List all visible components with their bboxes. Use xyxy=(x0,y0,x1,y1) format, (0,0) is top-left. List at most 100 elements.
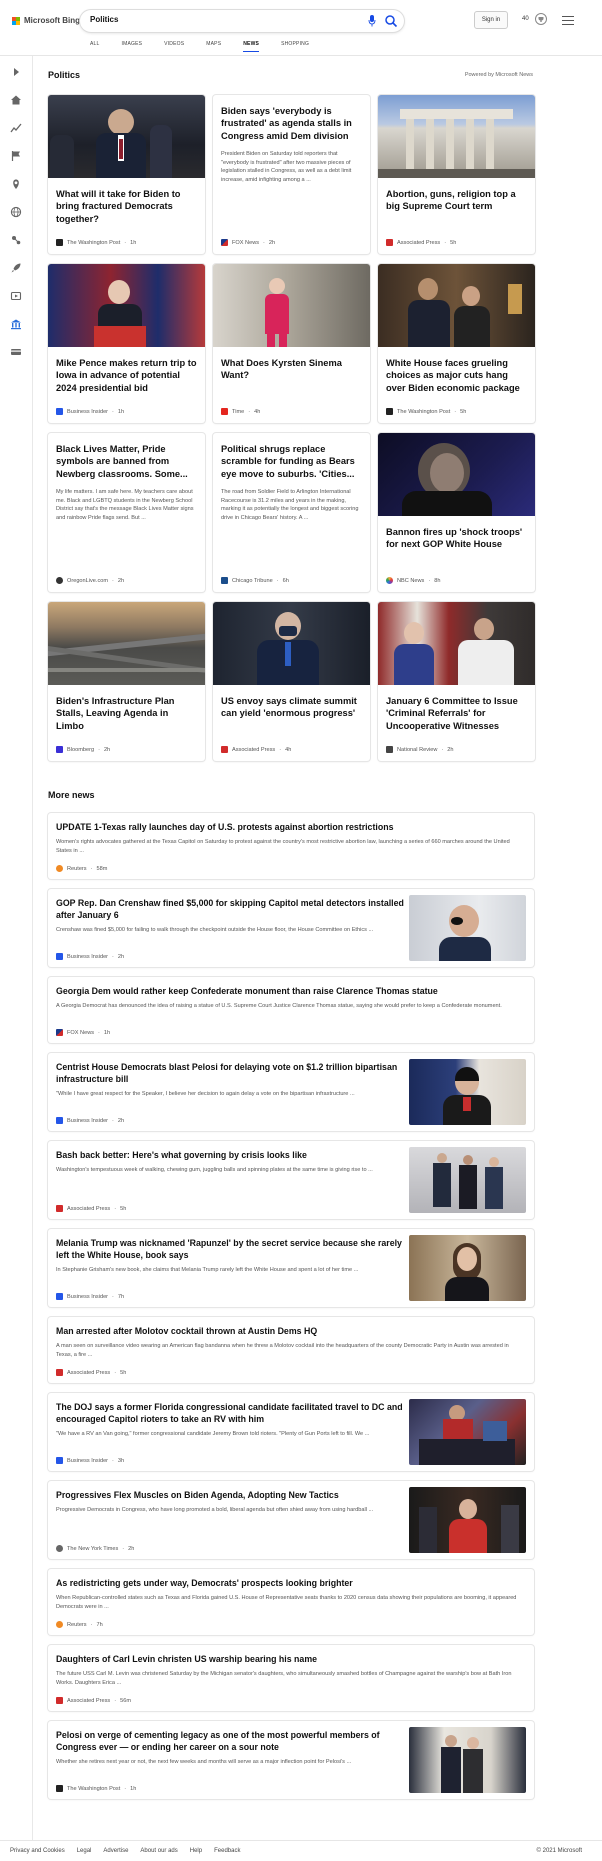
politics-building-icon[interactable] xyxy=(10,318,22,330)
news-item-title[interactable]: Progressives Flex Muscles on Biden Agend… xyxy=(56,1489,406,1501)
tab-all[interactable]: ALL xyxy=(90,41,100,52)
news-card-title[interactable]: What Does Kyrsten Sinema Want? xyxy=(221,357,362,382)
news-card-title[interactable]: US envoy says climate summit can yield '… xyxy=(221,695,362,720)
tab-images[interactable]: IMAGES xyxy=(122,41,143,52)
news-list-item[interactable]: Melania Trump was nicknamed 'Rapunzel' b… xyxy=(48,1229,534,1307)
footer-link-about-ads[interactable]: About our ads xyxy=(140,1848,177,1854)
news-card-title[interactable]: What will it take for Biden to bring fra… xyxy=(56,188,197,225)
rewards-points[interactable]: 40 xyxy=(522,16,529,22)
news-item-source[interactable]: Reuters · 7h xyxy=(56,1621,103,1628)
tab-news[interactable]: NEWS xyxy=(243,41,260,52)
news-item-title[interactable]: Melania Trump was nicknamed 'Rapunzel' b… xyxy=(56,1237,406,1261)
news-list-item[interactable]: UPDATE 1-Texas rally launches day of U.S… xyxy=(48,813,534,879)
home-icon[interactable] xyxy=(10,94,22,106)
news-card[interactable]: Biden says 'everybody is frustrated' as … xyxy=(213,95,370,254)
news-card-source[interactable]: Time · 4h xyxy=(221,408,260,415)
location-pin-icon[interactable] xyxy=(10,178,22,190)
news-item-source[interactable]: Associated Press · 5h xyxy=(56,1205,126,1212)
news-item-thumbnail[interactable] xyxy=(409,1399,526,1465)
news-item-title[interactable]: Daughters of Carl Levin christen US wars… xyxy=(56,1653,526,1665)
microphone-icon[interactable] xyxy=(368,15,376,27)
news-card[interactable]: Biden's Infrastructure Plan Stalls, Leav… xyxy=(48,602,205,761)
news-card-title[interactable]: Political shrugs replace scramble for fu… xyxy=(221,443,362,480)
news-item-thumbnail[interactable] xyxy=(409,1059,526,1125)
news-card[interactable]: Black Lives Matter, Pride symbols are ba… xyxy=(48,433,205,592)
flag-icon[interactable] xyxy=(10,150,22,162)
powered-by-label[interactable]: Powered by Microsoft News xyxy=(465,72,533,78)
news-card-source[interactable]: Associated Press · 4h xyxy=(221,746,291,753)
news-card-source[interactable]: Associated Press · 5h xyxy=(386,239,456,246)
news-item-thumbnail[interactable] xyxy=(409,1727,526,1793)
tab-maps[interactable]: MAPS xyxy=(206,41,221,52)
menu-hamburger-icon[interactable] xyxy=(562,16,574,26)
expand-arrow-icon[interactable] xyxy=(10,66,22,78)
news-item-source[interactable]: Business Insider · 2h xyxy=(56,1117,124,1124)
search-icon[interactable] xyxy=(384,14,398,28)
news-card-source[interactable]: OregonLive.com · 2h xyxy=(56,577,124,584)
news-card-source[interactable]: The Washington Post · 1h xyxy=(56,239,136,246)
news-card[interactable]: Political shrugs replace scramble for fu… xyxy=(213,433,370,592)
news-item-source[interactable]: FOX News · 1h xyxy=(56,1029,110,1036)
rewards-trophy-icon[interactable] xyxy=(534,12,548,26)
search-box[interactable]: Politics xyxy=(80,10,404,32)
news-item-source[interactable]: Business Insider · 3h xyxy=(56,1457,124,1464)
trending-icon[interactable] xyxy=(10,122,22,134)
footer-link-help[interactable]: Help xyxy=(190,1848,202,1854)
news-list-item[interactable]: The DOJ says a former Florida congressio… xyxy=(48,1393,534,1471)
news-card-title[interactable]: Abortion, guns, religion top a big Supre… xyxy=(386,188,527,213)
news-card[interactable]: Mike Pence makes return trip to Iowa in … xyxy=(48,264,205,423)
news-list-item[interactable]: Man arrested after Molotov cocktail thro… xyxy=(48,1317,534,1383)
news-card[interactable]: What will it take for Biden to bring fra… xyxy=(48,95,205,254)
news-card-source[interactable]: Chicago Tribune · 6h xyxy=(221,577,289,584)
news-list-item[interactable]: As redistricting gets under way, Democra… xyxy=(48,1569,534,1635)
news-item-title[interactable]: Centrist House Democrats blast Pelosi fo… xyxy=(56,1061,406,1085)
search-input[interactable]: Politics xyxy=(90,15,118,24)
footer-link-feedback[interactable]: Feedback xyxy=(214,1848,240,1854)
bing-logo[interactable]: Microsoft Bing xyxy=(12,16,80,25)
news-item-source[interactable]: Associated Press · 56m xyxy=(56,1697,131,1704)
news-item-title[interactable]: Bash back better: Here's what governing … xyxy=(56,1149,406,1161)
news-card-title[interactable]: White House faces grueling choices as ma… xyxy=(386,357,527,394)
news-list-item[interactable]: Daughters of Carl Levin christen US wars… xyxy=(48,1645,534,1711)
news-list-item[interactable]: Centrist House Democrats blast Pelosi fo… xyxy=(48,1053,534,1131)
news-card[interactable]: January 6 Committee to Issue 'Criminal R… xyxy=(378,602,535,761)
news-card[interactable]: White House faces grueling choices as ma… xyxy=(378,264,535,423)
news-item-thumbnail[interactable] xyxy=(409,895,526,961)
news-card-source[interactable]: The Washington Post · 5h xyxy=(386,408,466,415)
footer-link-advertise[interactable]: Advertise xyxy=(103,1848,128,1854)
news-item-source[interactable]: Reuters · 58m xyxy=(56,865,107,872)
news-card-source[interactable]: NBC News · 8h xyxy=(386,577,440,584)
news-item-thumbnail[interactable] xyxy=(409,1235,526,1301)
news-item-source[interactable]: Business Insider · 7h xyxy=(56,1293,124,1300)
news-list-item[interactable]: Georgia Dem would rather keep Confederat… xyxy=(48,977,534,1043)
news-card-source[interactable]: Business Insider · 1h xyxy=(56,408,124,415)
news-card-source[interactable]: FOX News · 2h xyxy=(221,239,275,246)
news-item-thumbnail[interactable] xyxy=(409,1147,526,1213)
news-list-item[interactable]: Bash back better: Here's what governing … xyxy=(48,1141,534,1219)
news-card-title[interactable]: Bannon fires up 'shock troops' for next … xyxy=(386,526,527,551)
tab-shopping[interactable]: SHOPPING xyxy=(281,41,309,52)
tab-videos[interactable]: VIDEOS xyxy=(164,41,184,52)
news-item-title[interactable]: Georgia Dem would rather keep Confederat… xyxy=(56,985,526,997)
news-item-title[interactable]: Man arrested after Molotov cocktail thro… xyxy=(56,1325,526,1337)
news-card-title[interactable]: Black Lives Matter, Pride symbols are ba… xyxy=(56,443,197,480)
news-card-title[interactable]: Biden's Infrastructure Plan Stalls, Leav… xyxy=(56,695,197,732)
news-list-item[interactable]: Pelosi on verge of cementing legacy as o… xyxy=(48,1721,534,1799)
news-item-title[interactable]: The DOJ says a former Florida congressio… xyxy=(56,1401,406,1425)
rocket-icon[interactable] xyxy=(10,262,22,274)
news-item-title[interactable]: As redistricting gets under way, Democra… xyxy=(56,1577,526,1589)
news-item-title[interactable]: UPDATE 1-Texas rally launches day of U.S… xyxy=(56,821,526,833)
news-card[interactable]: What Does Kyrsten Sinema Want? Time · 4h xyxy=(213,264,370,423)
entertainment-icon[interactable] xyxy=(10,290,22,302)
news-card-title[interactable]: January 6 Committee to Issue 'Criminal R… xyxy=(386,695,527,732)
news-card[interactable]: Bannon fires up 'shock troops' for next … xyxy=(378,433,535,592)
money-icon[interactable] xyxy=(10,346,22,358)
news-item-title[interactable]: Pelosi on verge of cementing legacy as o… xyxy=(56,1729,406,1753)
news-card-source[interactable]: Bloomberg · 2h xyxy=(56,746,110,753)
footer-link-legal[interactable]: Legal xyxy=(77,1848,92,1854)
news-card[interactable]: Abortion, guns, religion top a big Supre… xyxy=(378,95,535,254)
news-card-source[interactable]: National Review · 2h xyxy=(386,746,454,753)
news-card[interactable]: US envoy says climate summit can yield '… xyxy=(213,602,370,761)
news-item-source[interactable]: Business Insider · 2h xyxy=(56,953,124,960)
news-item-thumbnail[interactable] xyxy=(409,1487,526,1553)
